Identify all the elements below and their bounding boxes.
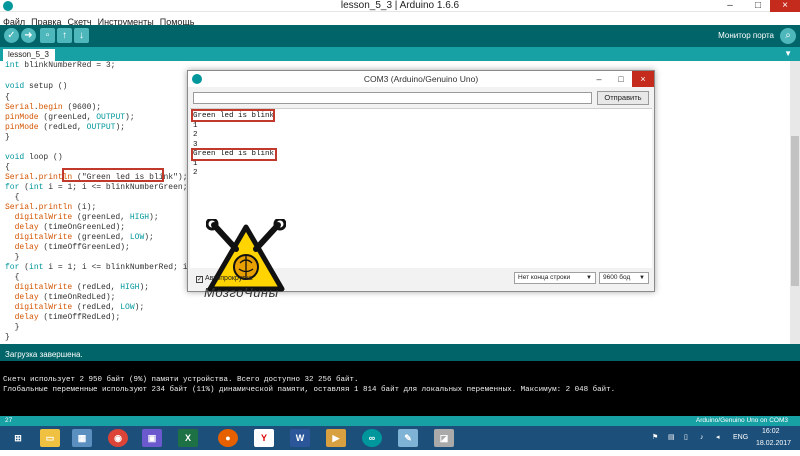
line-ending-select[interactable]: Нет конца строки ▼ xyxy=(514,272,596,284)
output-line: 2 xyxy=(193,131,198,139)
code-line: } xyxy=(5,323,20,332)
checkbox-checked-icon[interactable]: ✓ xyxy=(196,276,203,283)
code-line: Serial.begin (9600); xyxy=(5,103,102,112)
calculator-icon[interactable]: ▦ xyxy=(72,429,92,447)
firefox-icon[interactable]: ● xyxy=(218,429,238,447)
console-line: Скетч использует 2 950 байт (9%) памяти … xyxy=(3,376,359,384)
flag-icon[interactable]: ⚑ xyxy=(652,426,658,450)
line-number: 27 xyxy=(5,417,13,424)
scrollbar-thumb[interactable] xyxy=(791,136,799,286)
code-line: { xyxy=(5,193,20,202)
highlight-box xyxy=(191,148,277,161)
code-line: Serial.println (i); xyxy=(5,203,97,212)
serial-output: Green led is blink 1 2 3 Green led is bl… xyxy=(190,108,652,300)
code-line: for (int i = 1; i <= blinkNumberRed; i++… xyxy=(5,263,202,272)
tab-lesson[interactable]: lesson_5_3 xyxy=(3,49,55,61)
code-line: int blinkNumberRed = 3; xyxy=(5,61,116,70)
serial-monitor-titlebar: COM3 (Arduino/Genuino Uno) – □ × xyxy=(188,71,654,87)
media-player-icon[interactable]: ▶ xyxy=(326,429,346,447)
code-line: digitalWrite (redLed, HIGH); xyxy=(14,283,150,292)
line-ending-value: Нет конца строки xyxy=(518,274,571,281)
battery-icon[interactable]: ▯ xyxy=(684,426,688,450)
console-line: Глобальные переменные используют 234 бай… xyxy=(3,386,616,394)
send-button[interactable]: Отправить xyxy=(597,91,649,105)
highlight-box xyxy=(62,168,164,182)
code-line: digitalWrite (redLed, LOW); xyxy=(14,303,145,312)
start-icon[interactable]: ⊞ xyxy=(8,429,28,447)
maximize-button[interactable]: □ xyxy=(744,0,772,12)
speaker-icon[interactable]: ◂ xyxy=(716,426,720,450)
minimize-button[interactable]: – xyxy=(716,0,744,12)
save-disk-icon[interactable]: ▣ xyxy=(142,429,162,447)
code-line: delay (timeOffGreenLed); xyxy=(14,243,130,252)
status-bar: Загрузка завершена. xyxy=(0,344,800,361)
console-output: Скетч использует 2 950 байт (9%) памяти … xyxy=(0,361,800,416)
output-line: 2 xyxy=(193,169,198,177)
code-line: void loop () xyxy=(5,153,63,162)
chevron-down-icon: ▼ xyxy=(639,275,645,281)
verify-icon[interactable]: ✓ xyxy=(4,28,19,43)
notepad-icon[interactable]: ✎ xyxy=(398,429,418,447)
upload-icon[interactable]: ➜ xyxy=(21,28,36,43)
code-line: { xyxy=(5,273,20,282)
code-line: void setup () xyxy=(5,82,68,91)
code-line: digitalWrite (greenLed, LOW); xyxy=(14,233,154,242)
status-text: Загрузка завершена. xyxy=(5,350,83,359)
serial-input-field[interactable] xyxy=(193,92,592,104)
arduino-icon[interactable]: ∞ xyxy=(362,429,382,447)
window-title: lesson_5_3 | Arduino 1.6.6 xyxy=(340,0,460,11)
sm-close-button[interactable]: × xyxy=(632,71,654,87)
word-icon[interactable]: W xyxy=(290,429,310,447)
code-line: { xyxy=(5,93,10,102)
autoscroll-checkbox[interactable]: ✓ Автопрокрутка xyxy=(196,274,253,284)
editor-scrollbar[interactable] xyxy=(790,61,800,344)
code-line: delay (timeOnGreenLed); xyxy=(14,223,126,232)
code-line: pinMode (greenLed, OUTPUT); xyxy=(5,113,135,122)
code-line: } xyxy=(5,253,20,262)
code-line: } xyxy=(5,133,10,142)
clock-date[interactable]: 18.02.2017 xyxy=(756,432,791,456)
baud-select[interactable]: 9600 бод ▼ xyxy=(599,272,649,284)
code-line: digitalWrite (greenLed, HIGH); xyxy=(14,213,159,222)
save-icon[interactable]: ↓ xyxy=(74,28,89,43)
serial-monitor-label: Монитор порта xyxy=(718,31,774,40)
serial-monitor-icon[interactable]: ⌕ xyxy=(780,28,796,44)
new-icon[interactable]: ▫ xyxy=(40,28,55,43)
yandex-browser-icon[interactable]: Y xyxy=(254,429,274,447)
code-line: for (int i = 1; i <= blinkNumberGreen; i… xyxy=(5,183,212,192)
language-indicator[interactable]: ENG xyxy=(733,426,748,450)
chrome-icon[interactable]: ◉ xyxy=(108,429,128,447)
network-icon[interactable]: ▤ xyxy=(668,426,675,450)
code-line: } xyxy=(5,333,10,342)
close-button[interactable]: × xyxy=(770,0,800,12)
tab-menu-icon[interactable]: ▼ xyxy=(784,47,792,61)
open-icon[interactable]: ↑ xyxy=(57,28,72,43)
sm-maximize-button[interactable]: □ xyxy=(610,71,632,87)
bottom-bar: 27 Arduino/Genuino Uno on COM3 xyxy=(0,416,800,426)
logo-text: МозгоЧины xyxy=(204,285,279,300)
window-titlebar: lesson_5_3 | Arduino 1.6.6 – □ × xyxy=(0,0,800,12)
code-line: pinMode (redLed, OUTPUT); xyxy=(5,123,126,132)
file-explorer-icon[interactable]: ▭ xyxy=(40,429,60,447)
code-line: delay (timeOnRedLed); xyxy=(14,293,116,302)
sm-minimize-button[interactable]: – xyxy=(588,71,610,87)
paint-icon[interactable]: ◪ xyxy=(434,429,454,447)
serial-monitor-window: COM3 (Arduino/Genuino Uno) – □ × Отправи… xyxy=(187,70,655,300)
taskbar: ⊞ ▭ ▦ ◉ ▣ X ● Y W ▶ ∞ ✎ ◪ ⚑ ▤ ▯ ♪ ◂ ENG … xyxy=(0,426,800,450)
code-line: delay (timeOffRedLed); xyxy=(14,313,121,322)
autoscroll-label: Автопрокрутка xyxy=(205,275,253,282)
baud-value: 9600 бод xyxy=(603,274,631,281)
excel-icon[interactable]: X xyxy=(178,429,198,447)
highlight-box xyxy=(191,109,275,122)
menu-bar: Файл Правка Скетч Инструменты Помощь xyxy=(0,12,800,27)
code-line: { xyxy=(5,163,10,172)
toolbar: ✓ ➜ ▫ ↑ ↓ Монитор порта ⌕ xyxy=(0,25,800,47)
chevron-down-icon: ▼ xyxy=(586,275,592,281)
volume-icon[interactable]: ♪ xyxy=(700,426,704,450)
tab-strip: lesson_5_3 ▼ xyxy=(0,47,800,61)
serial-monitor-title: COM3 (Arduino/Genuino Uno) xyxy=(363,74,479,84)
